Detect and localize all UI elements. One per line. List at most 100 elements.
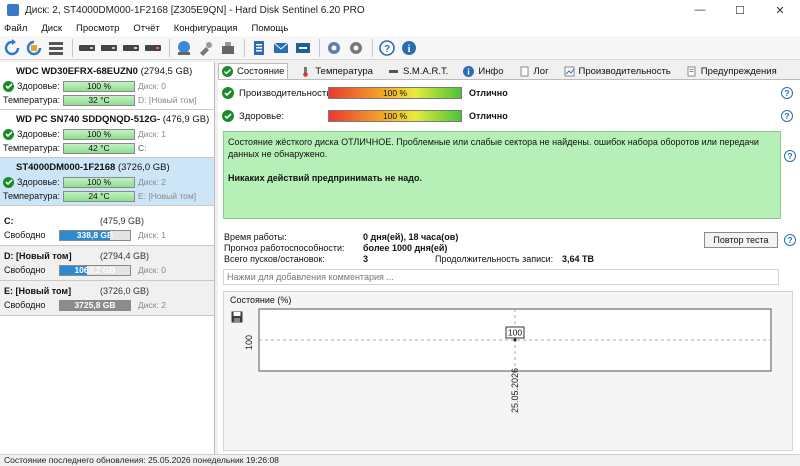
options-button[interactable] [346, 38, 366, 58]
report-button[interactable] [249, 38, 269, 58]
health-label: Здоровье: [17, 129, 60, 139]
log-icon [519, 66, 530, 77]
disk-item-selected[interactable]: ST4000DM000-1F2168 (3726,0 GB) Здоровье:… [0, 158, 214, 206]
drive-button[interactable] [218, 38, 238, 58]
volume-item[interactable]: C: (475,9 GB) Свободно 338,8 GB Диск: 1 [0, 211, 214, 246]
disk-test-button[interactable] [77, 38, 97, 58]
toolbar-separator [169, 38, 170, 57]
disk-name: WD PC SN740 SDDQNQD-512G- (476,9 GB) [0, 113, 214, 127]
temperature-bar: 24 °C [63, 190, 135, 202]
tab-log[interactable]: Лог [516, 63, 552, 79]
close-button[interactable]: ✕ [760, 0, 800, 20]
status-text: Состояние жёсткого диска ОТЛИЧНОЕ. Пробл… [228, 137, 759, 159]
help-icon[interactable]: ? [784, 234, 796, 246]
help-icon[interactable]: ? [784, 150, 796, 162]
health-result: Отлично [469, 111, 508, 121]
refresh-button[interactable] [2, 38, 22, 58]
tools-icon [200, 41, 212, 56]
starts-value: 3 [363, 254, 369, 264]
disk-index: Диск: 2 [138, 177, 166, 187]
temperature-bar: 32 °C [63, 94, 135, 106]
tab-label: Производительность [578, 65, 671, 77]
disk-volumes: E: [Новый том] [138, 191, 197, 201]
ok-check-icon [3, 80, 14, 92]
tools-button[interactable] [196, 38, 216, 58]
tab-info[interactable]: Инфо [460, 63, 506, 79]
x-tick-label: 25.05.2026 [510, 368, 520, 413]
disk-name: WDC WD30EFRX-68EUZN0 (2794,5 GB) [0, 65, 214, 79]
mail-icon [273, 42, 289, 53]
tab-label: Инфо [478, 65, 504, 77]
status-description: Состояние жёсткого диска ОТЛИЧНОЕ. Пробл… [223, 131, 781, 219]
tab-label: Состояние [237, 66, 285, 77]
backup-button[interactable] [174, 38, 194, 58]
free-label: Свободно [4, 300, 46, 310]
refresh-all-button[interactable] [24, 38, 44, 58]
email-button[interactable] [271, 38, 291, 58]
disk-model: ST4000DM000-1F2168 [16, 162, 116, 173]
maximize-button[interactable]: ☐ [720, 0, 760, 20]
tab-strip: Состояние Температура S.M.A.R.T. Инфо Ло… [218, 63, 800, 79]
ok-check-icon [222, 110, 234, 122]
status-bar: Состояние последнего обновления: 25.05.2… [0, 454, 800, 466]
minimize-button[interactable]: — [680, 0, 720, 20]
tab-smart[interactable]: S.M.A.R.T. [385, 63, 451, 79]
menu-file[interactable]: Файл [4, 23, 27, 34]
globe-icon [178, 40, 190, 55]
about-button[interactable]: i [399, 38, 419, 58]
free-space-value: 1063,2 GB [74, 264, 116, 275]
free-label: Свободно [4, 265, 46, 275]
tab-performance[interactable]: Производительность [561, 63, 674, 79]
smart-icon [388, 66, 399, 77]
disk-index: Диск: 1 [138, 129, 166, 139]
settings-button[interactable] [324, 38, 344, 58]
app-icon [7, 4, 19, 16]
volume-item[interactable]: E: [Новый том] (3726,0 GB) Свободно 3725,… [0, 281, 214, 316]
disk-volumes: D: [Новый том] [138, 95, 197, 105]
help-icon[interactable]: ? [781, 87, 793, 99]
volume-name: E: [Новый том] [4, 286, 72, 296]
info-icon [463, 65, 475, 77]
ok-check-icon [3, 176, 14, 188]
menu-report[interactable]: Отчёт [133, 23, 159, 34]
tab-label: Температура [315, 65, 373, 77]
help-icon[interactable]: ? [781, 110, 793, 122]
volume-capacity: (2794,4 GB) [100, 251, 150, 261]
disk-item[interactable]: WDC WD30EFRX-68EUZN0 (2794,5 GB) Здоровь… [0, 62, 214, 110]
ok-check-icon [222, 66, 233, 77]
tab-status[interactable]: Состояние [218, 63, 289, 79]
menu-view[interactable]: Просмотр [76, 23, 119, 34]
performance-bar: 100 % [328, 87, 462, 99]
disk-capacity: (2794,5 GB) [140, 66, 193, 77]
tab-alerts[interactable]: Предупреждения [683, 63, 780, 79]
disk-panel: WDC WD30EFRX-68EUZN0 (2794,5 GB) Здоровь… [0, 62, 215, 454]
surface-test-button[interactable] [99, 38, 119, 58]
drive-icon [222, 41, 234, 54]
help-icon: ? [379, 39, 395, 56]
disk-list-button[interactable] [46, 38, 66, 58]
menu-disk[interactable]: Диск [41, 23, 62, 34]
disk-capacity: (3726,0 GB) [117, 162, 170, 173]
short-test-button[interactable] [121, 38, 141, 58]
advice-text: Никаких действий предпринимать не надо. [228, 173, 423, 183]
help-button[interactable]: ? [377, 38, 397, 58]
disk-item[interactable]: WD PC SN740 SDDQNQD-512G- (476,9 GB) Здо… [0, 110, 214, 158]
comment-field[interactable]: Нажми для добавления комментария ... [223, 269, 779, 285]
disk-name: ST4000DM000-1F2168 (3726,0 GB) [0, 161, 214, 175]
performance-row: Производительность: 100 % Отлично ? [222, 85, 797, 101]
menu-help[interactable]: Помощь [252, 23, 289, 34]
toolbar-separator [244, 38, 245, 57]
send-report-button[interactable] [293, 38, 313, 58]
menu-config[interactable]: Конфигурация [174, 23, 238, 34]
retest-button[interactable]: Повтор теста [704, 232, 778, 248]
free-space-value: 3725,8 GB [74, 299, 116, 310]
thermometer-icon [300, 66, 311, 77]
volume-name: C: [4, 216, 14, 226]
extended-test-button[interactable] [143, 38, 163, 58]
free-space-bar: 3725,8 GB [59, 299, 131, 311]
tab-temperature[interactable]: Температура [297, 63, 376, 79]
free-space-value: 338,8 GB [76, 229, 114, 240]
volume-item[interactable]: D: [Новый том] (2794,4 GB) Свободно 1063,… [0, 246, 214, 281]
ok-check-icon [222, 87, 234, 99]
hdd-icon [145, 44, 161, 51]
